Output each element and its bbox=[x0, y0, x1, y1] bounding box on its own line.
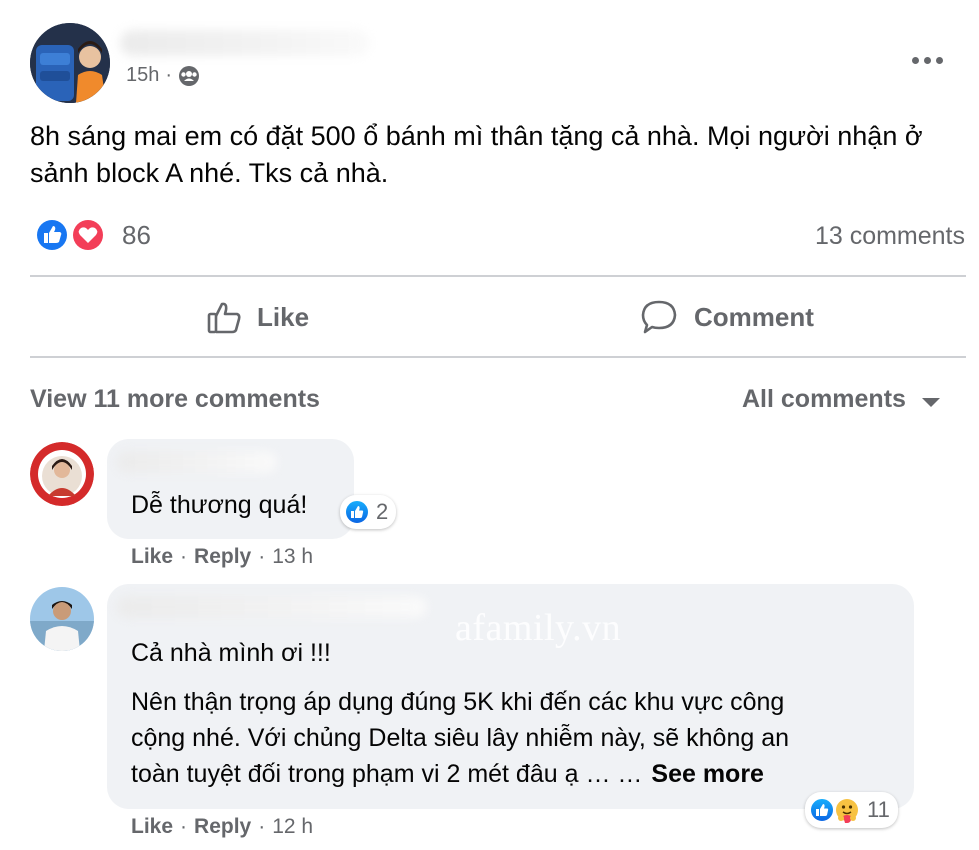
comment-outline-icon bbox=[640, 298, 678, 336]
like-button[interactable]: Like bbox=[205, 298, 309, 336]
action-separator: · bbox=[180, 545, 188, 568]
comment-time[interactable]: 13 h bbox=[272, 545, 313, 569]
author-name-blurred[interactable] bbox=[120, 30, 370, 56]
commenter-avatar[interactable] bbox=[30, 587, 94, 651]
comment-time[interactable]: 12 h bbox=[272, 815, 313, 839]
sort-label: All comments bbox=[742, 385, 906, 413]
comment-line: Cả nhà mình ơi !!! bbox=[131, 639, 331, 667]
post-author-avatar[interactable] bbox=[30, 23, 110, 103]
commenter-name-blurred[interactable] bbox=[117, 451, 277, 473]
care-reaction-icon bbox=[833, 796, 861, 824]
comment-reply-link[interactable]: Reply bbox=[194, 815, 251, 839]
like-button-label: Like bbox=[257, 301, 310, 332]
commenter-avatar[interactable] bbox=[30, 442, 94, 506]
post-meta: 15h · bbox=[126, 64, 200, 87]
view-more-comments[interactable]: View 11 more comments bbox=[30, 385, 320, 414]
comment-sort-dropdown[interactable]: All comments bbox=[742, 385, 940, 414]
like-outline-icon bbox=[205, 298, 243, 336]
comment-button[interactable]: Comment bbox=[640, 298, 814, 336]
comment-text: Dễ thương quá! bbox=[131, 491, 308, 519]
like-reaction-icon bbox=[344, 499, 370, 525]
comment-reply-link[interactable]: Reply bbox=[194, 545, 251, 569]
comment-last-line: toàn tuyệt đối trong phạm vi 2 mét đâu ạ… bbox=[131, 760, 764, 789]
comment-count[interactable]: 13 comments bbox=[815, 222, 965, 251]
reaction-count[interactable]: 86 bbox=[122, 220, 151, 251]
action-separator: · bbox=[180, 815, 188, 838]
meta-separator: · bbox=[165, 64, 173, 86]
comment-bubble: afamily.vn Cả nhà mình ơi !!! Nên thận t… bbox=[107, 584, 914, 809]
action-separator: · bbox=[258, 545, 266, 568]
comment-line: Nên thận trọng áp dụng đúng 5K khi đến c… bbox=[131, 688, 785, 716]
comment-line: cộng nhé. Với chủng Delta siêu lây nhiễm… bbox=[131, 724, 790, 752]
commenter-name-blurred[interactable] bbox=[117, 596, 427, 618]
comment-like-link[interactable]: Like bbox=[131, 545, 173, 569]
avatar-photo bbox=[30, 23, 110, 103]
comment-bubble: Dễ thương quá! bbox=[107, 439, 354, 539]
comment-line: toàn tuyệt đối trong phạm vi 2 mét đâu ạ… bbox=[131, 760, 643, 788]
comment-reaction-count: 11 bbox=[867, 797, 890, 822]
divider-bottom bbox=[30, 356, 966, 358]
comment-reaction-badge[interactable]: 2 bbox=[340, 495, 397, 529]
comment-reaction-badge[interactable]: 11 bbox=[805, 792, 898, 828]
divider-top bbox=[30, 275, 966, 277]
group-icon bbox=[178, 65, 200, 87]
comment-actions: Like · Reply · 13 h bbox=[131, 545, 313, 569]
comment-actions: Like · Reply · 12 h bbox=[131, 815, 313, 839]
comment-like-link[interactable]: Like bbox=[131, 815, 173, 839]
action-separator: · bbox=[258, 815, 266, 838]
post-time[interactable]: 15h bbox=[126, 64, 159, 87]
comment-button-label: Comment bbox=[694, 301, 814, 332]
post-text: 8h sáng mai em có đặt 500 ổ bánh mì thân… bbox=[30, 121, 923, 188]
more-options-icon[interactable] bbox=[912, 52, 948, 68]
comment-reaction-count: 2 bbox=[376, 499, 389, 524]
caret-down-icon bbox=[921, 398, 940, 407]
see-more-link[interactable]: See more bbox=[651, 760, 764, 789]
watermark: afamily.vn bbox=[455, 607, 622, 649]
reaction-icons[interactable] bbox=[33, 216, 109, 254]
like-reaction-icon bbox=[809, 797, 835, 823]
